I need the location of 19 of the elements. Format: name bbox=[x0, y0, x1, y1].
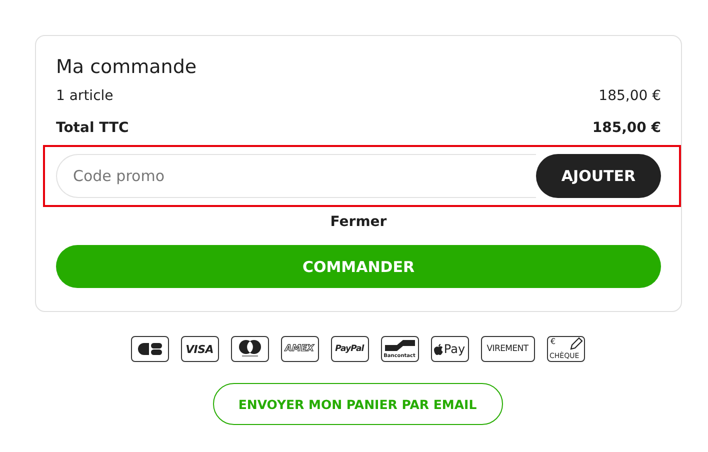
card-logo-icon bbox=[138, 343, 162, 355]
add-button[interactable]: AJOUTER bbox=[536, 154, 661, 198]
apple-icon bbox=[434, 344, 443, 354]
pen-icon bbox=[568, 337, 582, 351]
payment-label: Pay bbox=[444, 343, 466, 355]
payment-label: VISA bbox=[186, 344, 214, 354]
close-link[interactable]: Fermer bbox=[330, 214, 387, 230]
line-amount: 185,00 € bbox=[598, 87, 661, 106]
currency-symbol: € bbox=[550, 338, 556, 346]
payment-label: VIREMENT bbox=[486, 344, 528, 354]
order-title: Ma commande bbox=[56, 55, 198, 80]
payment-label: PayPal bbox=[335, 344, 364, 354]
line-label: Total TTC bbox=[56, 119, 129, 138]
promo-code-field[interactable]: Code promo bbox=[56, 154, 536, 198]
line-amount: 185,00 € bbox=[592, 119, 661, 138]
payment-label: AMEX bbox=[284, 344, 314, 354]
bancontact-icon bbox=[384, 340, 414, 352]
overlapping-circles-icon bbox=[236, 340, 262, 358]
line-label: 1 article bbox=[56, 87, 114, 106]
